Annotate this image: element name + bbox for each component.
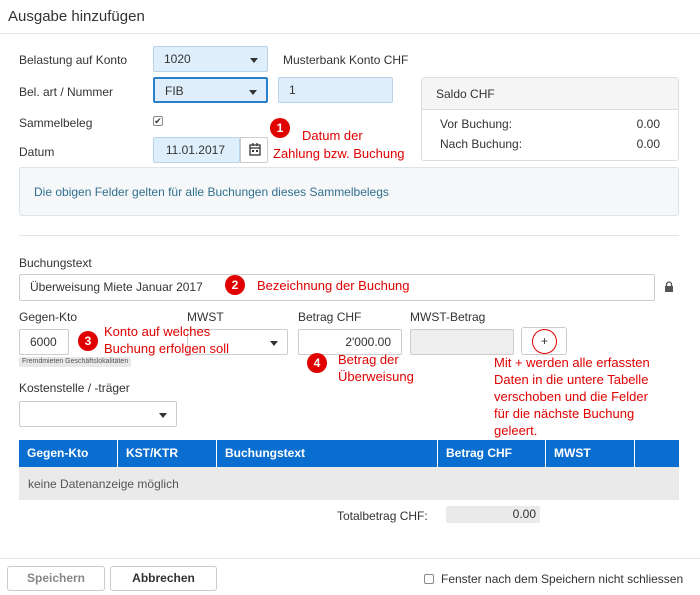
annotation-1-line1: Datum der xyxy=(302,128,363,143)
annotation-badge-4: 4 xyxy=(307,353,327,373)
cancel-button[interactable]: Abbrechen xyxy=(110,566,217,591)
calendar-icon xyxy=(249,143,261,156)
annotation-plus-line1: Mit + werden alle erfassten xyxy=(494,355,650,370)
annotation-4-line2: Überweisung xyxy=(338,369,414,384)
total-label: Totalbetrag CHF: xyxy=(337,509,428,523)
total-value: 0.00 xyxy=(446,506,540,523)
col-actions xyxy=(635,440,679,467)
header-divider xyxy=(0,33,700,34)
konto-label: Belastung auf Konto xyxy=(19,53,128,67)
nach-buchung-label: Nach Buchung: xyxy=(440,137,523,151)
info-text: Die obigen Felder gelten für alle Buchun… xyxy=(34,185,389,199)
annotation-3-line2: Buchung erfolgen soll xyxy=(104,341,230,356)
sammelbeleg-label: Sammelbeleg xyxy=(19,116,93,130)
lock-icon xyxy=(665,281,673,292)
gegenkto-account-tag: Fremdmieten Geschäftslokalitäten xyxy=(19,357,132,367)
saldo-title: Saldo CHF xyxy=(422,78,678,110)
konto-select[interactable]: 1020 xyxy=(153,46,268,72)
nach-buchung-value: 0.00 xyxy=(636,137,660,151)
col-mwst[interactable]: MWST xyxy=(546,440,635,467)
buchungstext-label: Buchungstext xyxy=(19,256,92,270)
table-empty-text: keine Datenanzeige möglich xyxy=(28,477,179,491)
plus-icon: + xyxy=(532,329,557,354)
chevron-down-icon xyxy=(249,90,257,95)
nummer-input[interactable]: 1 xyxy=(278,77,393,103)
annotation-plus-line3: verschoben und die Felder xyxy=(494,389,648,404)
info-box: Die obigen Felder gelten für alle Buchun… xyxy=(19,167,679,216)
gegenkto-label: Gegen-Kto xyxy=(19,310,78,324)
annotation-plus-line4: für die nächste Buchung xyxy=(494,406,635,421)
annotation-plus-line5: geleert. xyxy=(494,423,538,438)
section-divider xyxy=(19,235,679,236)
belart-value: FIB xyxy=(165,84,184,98)
mwst-betrag-label: MWST-Betrag xyxy=(410,310,486,324)
annotation-badge-2: 2 xyxy=(225,275,245,295)
add-entry-button[interactable]: + xyxy=(521,327,567,355)
konto-value: 1020 xyxy=(164,52,191,66)
save-button[interactable]: Speichern xyxy=(7,566,105,591)
vor-buchung-value: 0.00 xyxy=(636,117,660,131)
datum-input[interactable]: 11.01.2017 xyxy=(153,137,240,163)
col-buchungstext[interactable]: Buchungstext xyxy=(217,440,438,467)
chevron-down-icon xyxy=(250,58,258,63)
mwst-label: MWST xyxy=(187,310,224,324)
saldo-panel: Saldo CHF Vor Buchung: 0.00 Nach Buchung… xyxy=(421,77,679,161)
chevron-down-icon xyxy=(159,413,167,418)
kostenstelle-label: Kostenstelle / -träger xyxy=(19,381,130,395)
belart-label: Bel. art / Nummer xyxy=(19,85,114,99)
keep-open-label: Fenster nach dem Speichern nicht schlies… xyxy=(441,572,684,586)
col-betrag[interactable]: Betrag CHF xyxy=(438,440,546,467)
table-empty-row: keine Datenanzeige möglich xyxy=(19,467,679,500)
chevron-down-icon xyxy=(270,341,278,346)
mwst-betrag-input xyxy=(410,329,514,355)
annotation-2-text: Bezeichnung der Buchung xyxy=(257,278,410,293)
vor-buchung-label: Vor Buchung: xyxy=(440,117,513,131)
annotation-3-line1: Konto auf welches xyxy=(104,324,211,339)
konto-name: Musterbank Konto CHF xyxy=(283,53,409,67)
calendar-button[interactable] xyxy=(240,137,268,163)
col-kst-ktr[interactable]: KST/KTR xyxy=(118,440,217,467)
annotation-plus-line2: Daten in die untere Tabelle xyxy=(494,372,649,387)
footer-divider xyxy=(0,558,700,559)
gegenkto-input[interactable]: 6000 xyxy=(19,329,69,355)
table-header: Gegen-Kto KST/KTR Buchungstext Betrag CH… xyxy=(19,440,679,467)
annotation-1-line2: Zahlung bzw. Buchung xyxy=(273,146,405,161)
col-gegenkto[interactable]: Gegen-Kto xyxy=(19,440,118,467)
annotation-badge-3: 3 xyxy=(78,331,98,351)
annotation-4-line1: Betrag der xyxy=(338,352,399,367)
datum-label: Datum xyxy=(19,145,55,159)
sammelbeleg-checkbox[interactable]: ✔ xyxy=(153,116,163,126)
kostenstelle-select[interactable] xyxy=(19,401,177,427)
annotation-badge-1: 1 xyxy=(270,118,290,138)
dialog-title: Ausgabe hinzufügen xyxy=(8,8,145,25)
belart-select[interactable]: FIB xyxy=(153,77,268,103)
keep-open-checkbox[interactable] xyxy=(424,574,434,584)
betrag-label: Betrag CHF xyxy=(298,310,362,324)
